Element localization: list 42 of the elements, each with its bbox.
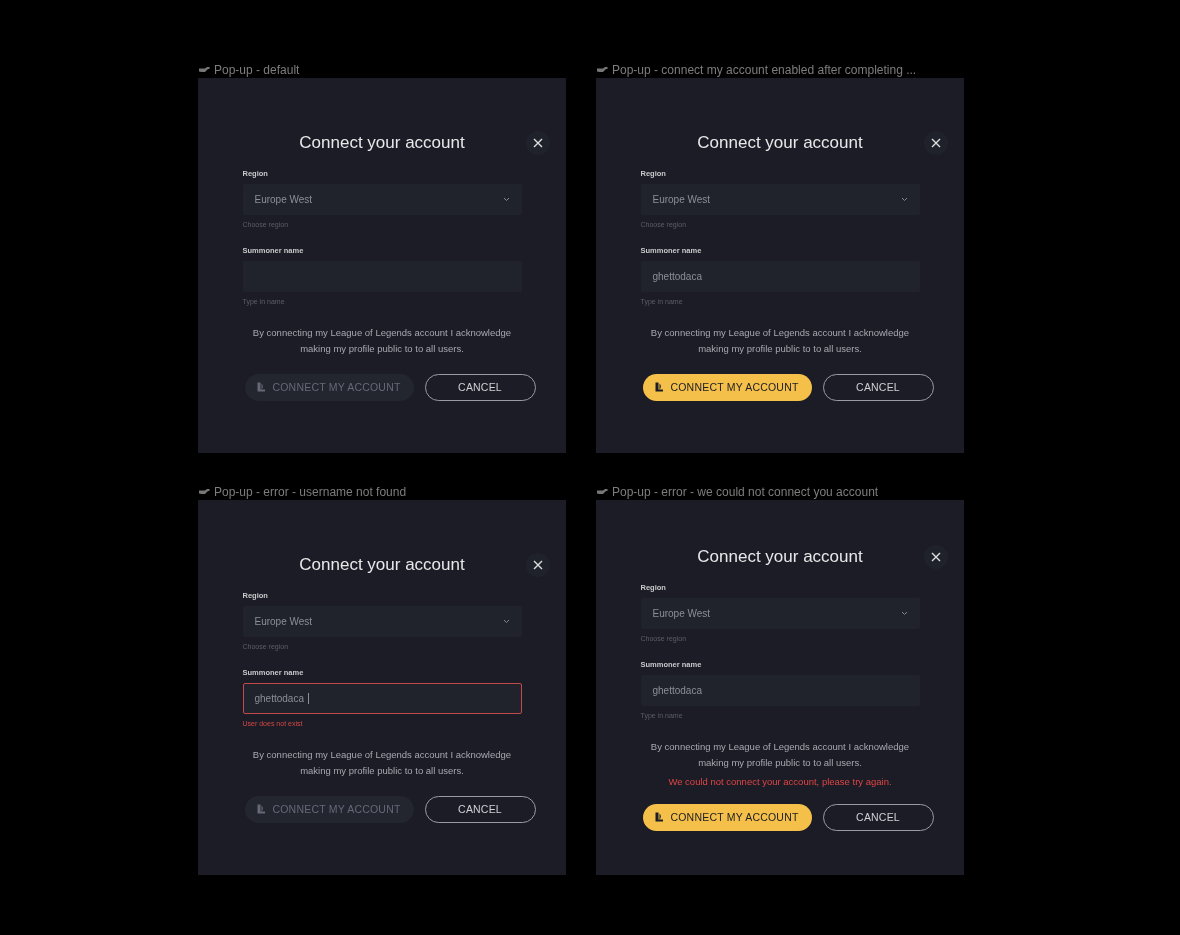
region-dropdown[interactable]: Europe West xyxy=(640,183,920,215)
hand-icon xyxy=(596,65,608,74)
disclaimer-text: By connecting my League of Legends account I acknowledge making my profile public to to all users. xyxy=(251,747,513,778)
emblem-icon xyxy=(257,804,267,814)
disclaimer-text: By connecting my League of Legends account I acknowledge making my profile public to to all users. xyxy=(649,325,911,356)
close-icon xyxy=(533,137,543,148)
dialog-title: Connect your account xyxy=(697,546,863,567)
frame-label: Pop-up - error - we could not connect you account xyxy=(612,484,879,499)
close-button[interactable] xyxy=(924,544,948,569)
hand-icon xyxy=(198,65,210,74)
name-input-field[interactable]: ghettodaca xyxy=(242,682,522,714)
region-dropdown[interactable]: Europe West xyxy=(242,605,522,637)
frame-label: Pop-up - connect my account enabled after completing ... xyxy=(612,62,917,77)
chevron-down-icon xyxy=(502,618,510,624)
dialog-title: Connect your account xyxy=(299,132,465,153)
close-button[interactable] xyxy=(526,552,550,577)
connect-button[interactable]: CONNECT MY ACCOUNT xyxy=(642,803,812,831)
chevron-down-icon xyxy=(900,196,908,202)
hand-icon xyxy=(596,487,608,496)
region-dropdown[interactable]: Europe West xyxy=(640,597,920,629)
name-input-field[interactable]: ghettodaca xyxy=(640,674,920,706)
dialog-title: Connect your account xyxy=(299,554,465,575)
connect-button[interactable]: CONNECT MY ACCOUNT xyxy=(642,373,812,401)
close-button[interactable] xyxy=(924,130,948,155)
close-icon xyxy=(533,559,543,570)
emblem-icon xyxy=(257,382,267,392)
disclaimer-text: By connecting my League of Legends account I acknowledge making my profile public to to all users. xyxy=(649,739,911,770)
hand-icon xyxy=(198,487,210,496)
emblem-icon xyxy=(655,812,665,822)
close-button[interactable] xyxy=(526,130,550,155)
emblem-icon xyxy=(655,382,665,392)
name-input-field[interactable]: ghettodaca xyxy=(640,260,920,292)
close-icon xyxy=(931,137,941,148)
chevron-down-icon xyxy=(900,610,908,616)
dialog-title: Connect your account xyxy=(697,132,863,153)
region-dropdown[interactable]: Europe West xyxy=(242,183,522,215)
chevron-down-icon xyxy=(502,196,510,202)
disclaimer-text: By connecting my League of Legends account I acknowledge making my profile public to to all users. xyxy=(251,325,513,356)
frame-label: Pop-up - error - username not found xyxy=(214,484,407,499)
error-message: We could not connect your account, please try again. xyxy=(668,775,892,787)
frame-label: Pop-up - default xyxy=(214,62,300,77)
close-icon xyxy=(931,551,941,562)
